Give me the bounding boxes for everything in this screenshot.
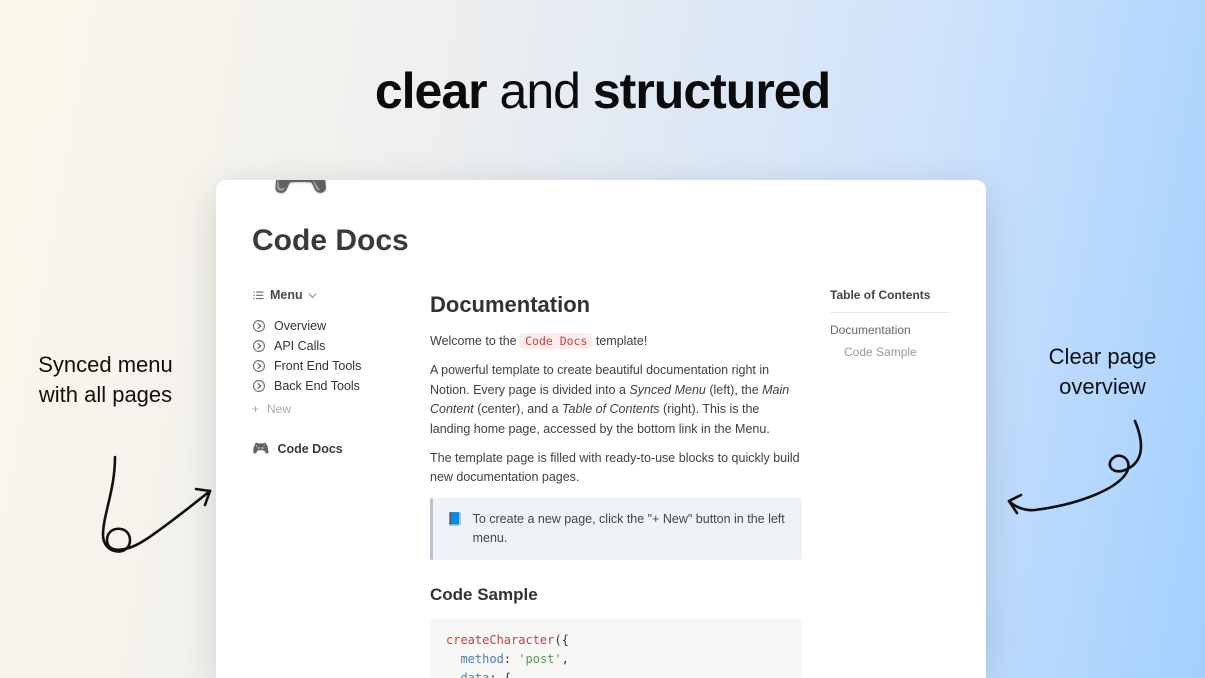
arrow-right-icon (995, 405, 1165, 535)
notion-window: 🎮 🎮 Code Docs Menu Overview (216, 180, 986, 678)
menu-toggle[interactable]: Menu (252, 288, 402, 302)
list-icon (252, 289, 265, 302)
headline-bold-1: clear (375, 63, 487, 119)
menu-footer-label: Code Docs (277, 442, 342, 456)
description-paragraph-2: The template page is filled with ready-t… (430, 449, 802, 488)
arrow-right-circle-icon (252, 359, 266, 373)
sidebar-item-label: Overview (274, 319, 326, 333)
sidebar-item-overview[interactable]: Overview (252, 316, 402, 336)
sidebar-item-front-end[interactable]: Front End Tools (252, 356, 402, 376)
section-heading-code-sample: Code Sample (430, 582, 802, 608)
menu-home-link[interactable]: 🎮 Code Docs (252, 440, 402, 457)
code-block[interactable]: createCharacter({ method: 'post', data: … (430, 619, 802, 678)
sidebar-item-label: API Calls (274, 339, 325, 353)
menu-new-label: New (267, 402, 291, 416)
arrow-left-icon (55, 445, 225, 575)
sidebar-item-api-calls[interactable]: API Calls (252, 336, 402, 356)
arrow-right-circle-icon (252, 339, 266, 353)
chevron-down-icon (308, 291, 317, 300)
headline-bold-2: structured (593, 63, 830, 119)
arrow-right-circle-icon (252, 319, 266, 333)
main-content: Documentation Welcome to the Code Docs t… (430, 288, 802, 678)
table-of-contents: Table of Contents Documentation Code Sam… (830, 288, 950, 678)
page-title: Code Docs (252, 224, 950, 258)
sidebar-item-label: Back End Tools (274, 379, 360, 393)
description-paragraph-1: A powerful template to create beautiful … (430, 361, 802, 439)
annotation-left: Synced menu with all pages (18, 350, 193, 409)
headline-plain: and (487, 63, 593, 119)
gamepad-icon: 🎮 (252, 440, 269, 457)
toc-item-documentation[interactable]: Documentation (830, 323, 950, 337)
plus-icon: + (252, 402, 259, 416)
section-heading-documentation: Documentation (430, 288, 802, 322)
callout: 📘 To create a new page, click the "+ New… (430, 498, 802, 561)
toc-item-code-sample[interactable]: Code Sample (830, 345, 950, 359)
book-icon: 📘 (447, 510, 463, 529)
inline-code: Code Docs (520, 333, 592, 349)
arrow-right-circle-icon (252, 379, 266, 393)
menu-new-button[interactable]: + New (252, 402, 402, 416)
toc-title: Table of Contents (830, 288, 950, 313)
sidebar-item-back-end[interactable]: Back End Tools (252, 376, 402, 396)
synced-menu: Menu Overview API Calls Front End Tools (252, 288, 402, 678)
headline: clear and structured (0, 62, 1205, 120)
intro-paragraph: Welcome to the Code Docs template! (430, 332, 802, 351)
annotation-right: Clear page overview (1030, 342, 1175, 401)
callout-text: To create a new page, click the "+ New" … (473, 510, 788, 549)
sidebar-item-label: Front End Tools (274, 359, 361, 373)
menu-header-label: Menu (270, 288, 303, 302)
page-icon[interactable]: 🎮 (272, 180, 329, 198)
